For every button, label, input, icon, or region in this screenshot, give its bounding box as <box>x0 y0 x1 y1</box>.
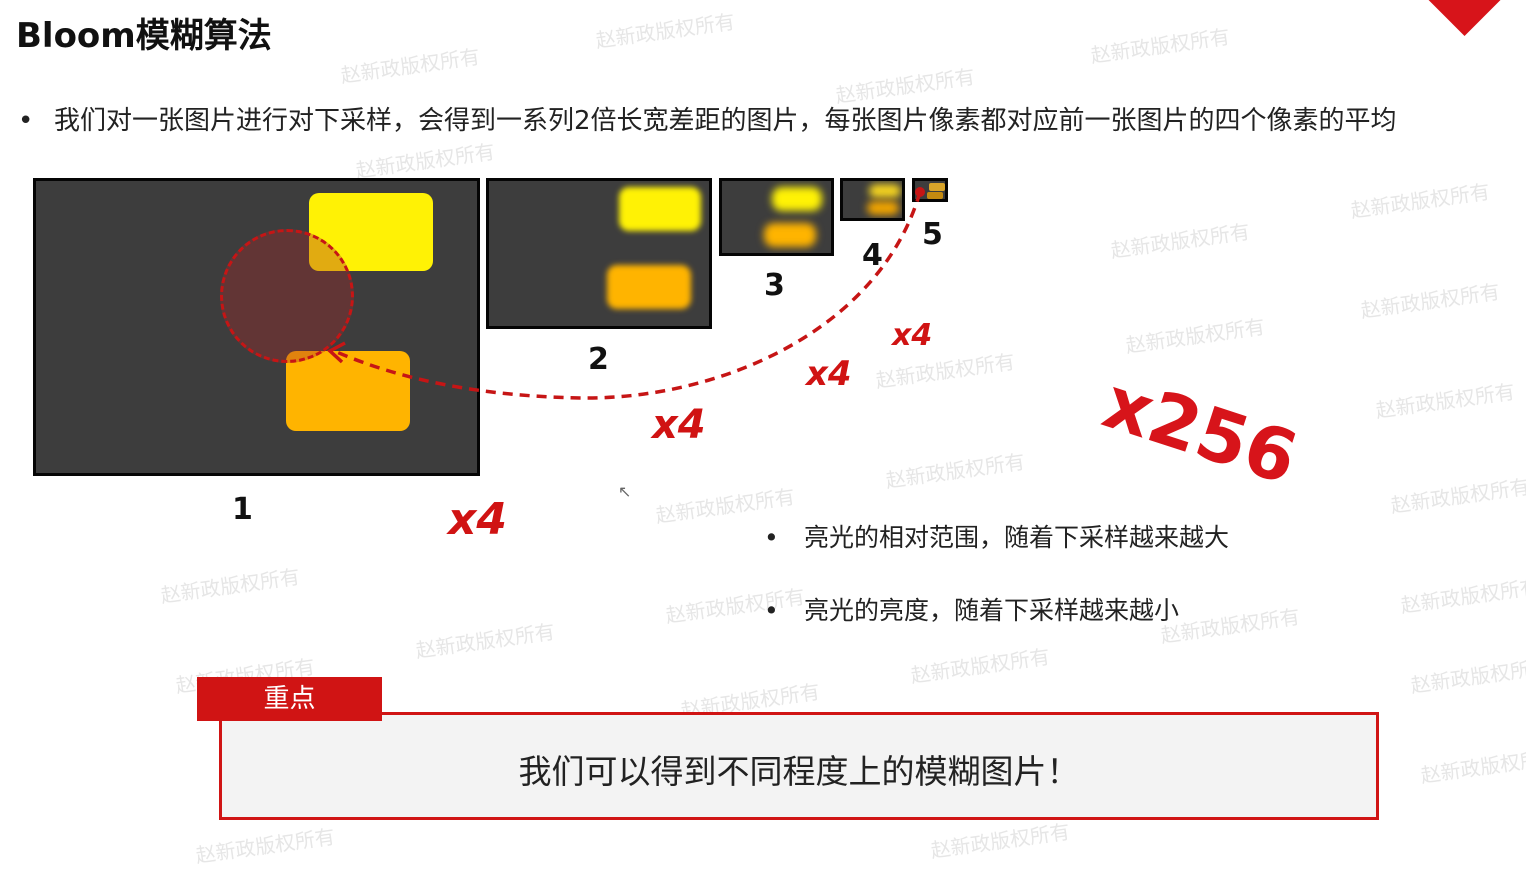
point-text: 亮光的亮度，随着下采样越来越小 <box>804 596 1180 625</box>
panel-label-3: 3 <box>764 268 785 303</box>
key-point-box: 我们可以得到不同程度上的模糊图片！ <box>219 712 1379 820</box>
point-text: 亮光的相对范围，随着下采样越来越大 <box>804 523 1230 552</box>
point-item: • 亮光的相对范围，随着下采样越来越大 <box>764 518 1229 554</box>
multiplier-label: x4 <box>652 402 706 448</box>
panel-label-1: 1 <box>232 492 253 527</box>
panel-label-2: 2 <box>588 342 609 377</box>
bullet-dot: • <box>764 596 779 625</box>
key-point-tag: 重点 <box>197 677 382 721</box>
multiplier-label: x4 <box>806 354 852 394</box>
multiplier-label: x4 <box>448 494 507 545</box>
mouse-cursor-icon: ↖ <box>618 482 632 501</box>
bullet-dot: • <box>764 523 779 552</box>
key-point-text: 我们可以得到不同程度上的模糊图片！ <box>518 752 1080 791</box>
multiplier-label: x4 <box>892 318 933 353</box>
panel-label-5: 5 <box>922 217 943 252</box>
panel-label-4: 4 <box>862 238 883 273</box>
point-item: • 亮光的亮度，随着下采样越来越小 <box>764 591 1179 627</box>
